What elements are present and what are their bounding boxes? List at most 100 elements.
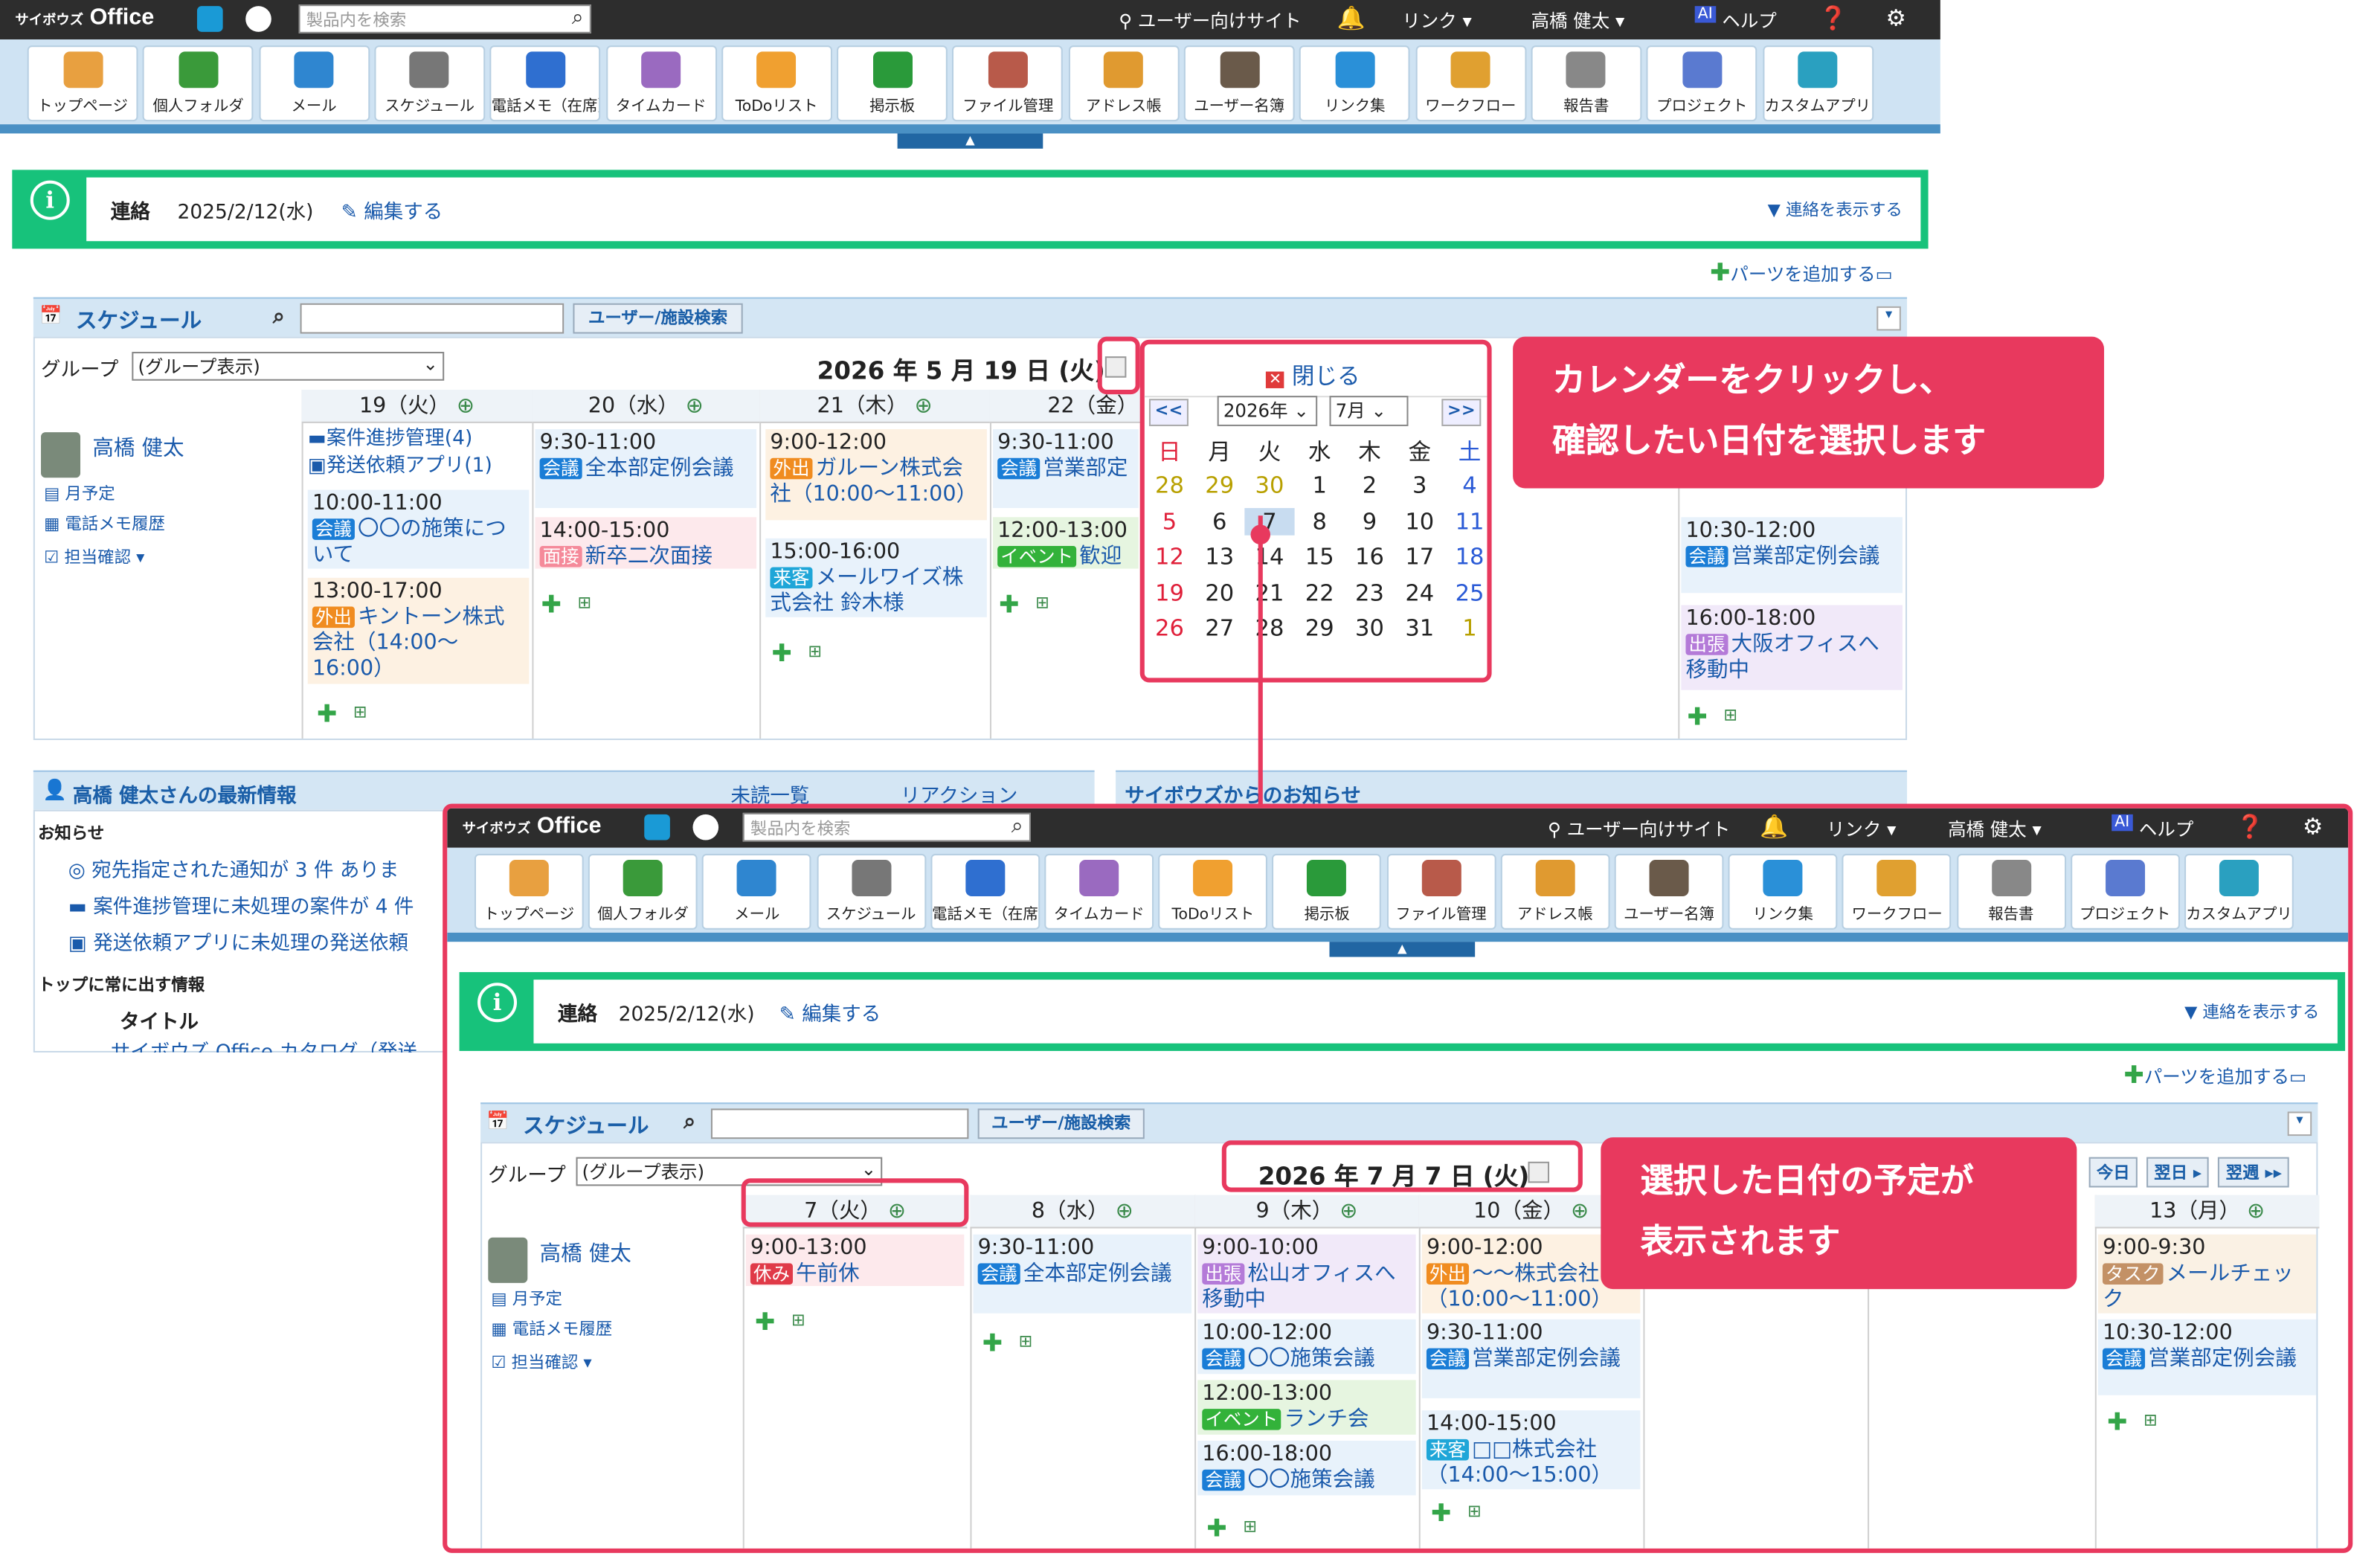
notice-toggle-link[interactable]: ▼ 連絡を表示する bbox=[1768, 197, 1903, 222]
group-select[interactable]: (グループ表示) ⌄ bbox=[132, 352, 445, 381]
app-button[interactable]: スケジュール bbox=[816, 853, 926, 930]
calendar-day[interactable]: 2 bbox=[1345, 472, 1395, 499]
schedule-event[interactable]: 9:30-11:00 会議 全本部定例会議 bbox=[973, 1234, 1192, 1314]
add-repeat-icon[interactable]: ⊞ bbox=[1723, 705, 1737, 725]
schedule-event[interactable]: 12:00-13:00 イベント 歓迎 bbox=[993, 517, 1139, 569]
notice-edit-link[interactable]: ✎ 編集する bbox=[341, 196, 443, 225]
add-day-icon[interactable]: ⊕ bbox=[686, 394, 704, 419]
calendar-day[interactable]: 1 bbox=[1444, 614, 1494, 642]
schedule-event[interactable]: 13:00-17:00 外出 キントーン株式会社（14:00〜16:00） bbox=[307, 577, 530, 684]
cloud-icon[interactable] bbox=[245, 6, 271, 32]
check-link[interactable]: ☑ 担当確認 ▾ bbox=[44, 544, 144, 569]
month-select[interactable]: 7月 ⌄ bbox=[1329, 396, 1409, 426]
schedule-event[interactable]: 15:00-16:00 来客 メールワイズ株式会社 鈴木様 bbox=[765, 538, 987, 617]
calendar-day[interactable]: 5 bbox=[1145, 507, 1194, 535]
calendar-day[interactable]: 27 bbox=[1194, 614, 1244, 642]
schedule-event[interactable]: 9:00-9:30 タスク メールチェック bbox=[2097, 1234, 2317, 1314]
calendar-day[interactable]: 28 bbox=[1244, 614, 1294, 642]
phone-memo-link[interactable]: ▦ 電話メモ履歴 bbox=[491, 1317, 612, 1341]
schedule-event[interactable]: 9:00-12:00 外出 ガルーン株式会社（10:00〜11:00） bbox=[765, 429, 987, 521]
calendar-day[interactable]: 22 bbox=[1295, 579, 1345, 606]
add-event-icon[interactable]: ✚ bbox=[541, 590, 562, 619]
notice-toggle-link[interactable]: ▼ 連絡を表示する bbox=[2184, 1000, 2319, 1024]
day-header[interactable]: 21（木） ⊕ bbox=[759, 389, 990, 423]
calendar-day[interactable]: 23 bbox=[1345, 579, 1395, 606]
collapse-handle[interactable]: ▲ bbox=[1329, 942, 1476, 957]
add-day-icon[interactable]: ⊕ bbox=[2247, 1200, 2265, 1224]
schedule-event[interactable]: 9:30-11:00 会議 営業部定 bbox=[993, 429, 1139, 509]
add-event-icon[interactable]: ✚ bbox=[317, 699, 337, 728]
app-button[interactable]: スケジュール bbox=[374, 45, 486, 122]
nav-button[interactable]: 翌日 ▸ bbox=[2146, 1157, 2210, 1188]
user-name[interactable]: 高橋 健太 bbox=[540, 1238, 631, 1268]
app-button[interactable]: カスタムアプリ bbox=[1762, 45, 1874, 122]
schedule-event[interactable]: 10:00-12:00 会議 〇〇施策会議 bbox=[1197, 1319, 1416, 1375]
add-event-icon[interactable]: ✚ bbox=[2107, 1407, 2127, 1436]
app-button[interactable]: プロジェクト bbox=[2070, 853, 2180, 930]
app-button[interactable]: 報告書 bbox=[1531, 45, 1642, 122]
check-link[interactable]: ☑ 担当確認 ▾ bbox=[491, 1350, 591, 1375]
cybozu-logo[interactable]: サイボウズ Office bbox=[15, 4, 154, 30]
calendar-day[interactable]: 8 bbox=[1295, 507, 1345, 535]
add-repeat-icon[interactable]: ⊞ bbox=[1467, 1502, 1482, 1522]
news-row[interactable]: サイボウズ Office カタログ（発送 bbox=[111, 1036, 417, 1052]
help-link[interactable]: ヘルプ bbox=[1722, 7, 1776, 33]
add-day-icon[interactable]: ⊕ bbox=[457, 394, 475, 419]
app-button[interactable]: プロジェクト bbox=[1646, 45, 1757, 122]
calendar-day[interactable]: 18 bbox=[1444, 543, 1494, 570]
app-button[interactable]: アドレス帳 bbox=[1068, 45, 1180, 122]
ai-badge-icon[interactable]: AI bbox=[2112, 814, 2133, 832]
calendar-day[interactable]: 24 bbox=[1395, 579, 1444, 606]
calendar-day[interactable]: 29 bbox=[1194, 472, 1244, 499]
schedule-event[interactable]: 14:00-15:00 面接 新卒二次面接 bbox=[535, 517, 757, 569]
app-button[interactable]: ワークフロー bbox=[1842, 853, 1952, 930]
notice-edit-link[interactable]: ✎ 編集する bbox=[779, 998, 881, 1027]
app-button[interactable]: ファイル管理 bbox=[1386, 853, 1496, 930]
add-event-icon[interactable]: ✚ bbox=[999, 590, 1019, 619]
bell-icon[interactable]: 🔔 bbox=[1760, 813, 1788, 840]
calendar-day[interactable]: 17 bbox=[1395, 543, 1444, 570]
calendar-day[interactable]: 31 bbox=[1395, 614, 1444, 642]
app-button[interactable]: ToDoリスト bbox=[721, 45, 832, 122]
add-event-icon[interactable]: ✚ bbox=[982, 1328, 1003, 1357]
calendar-day[interactable]: 21 bbox=[1244, 579, 1294, 606]
app-button[interactable]: リンク集 bbox=[1299, 45, 1411, 122]
link-menu[interactable]: リンク ▾ bbox=[1402, 7, 1471, 33]
news-item[interactable]: ▬ 案件進捗管理に未処理の案件が 4 件 bbox=[68, 890, 414, 919]
schedule-event[interactable]: 14:00-15:00 来客 □□株式会社（14:00〜15:00） bbox=[1421, 1410, 1641, 1490]
calendar-day[interactable]: 1 bbox=[1295, 472, 1345, 499]
add-repeat-icon[interactable]: ⊞ bbox=[791, 1311, 805, 1331]
calendar-day[interactable]: 25 bbox=[1444, 579, 1494, 606]
news-item[interactable]: ◎ 宛先指定された通知が 3 件 ありま bbox=[68, 854, 399, 883]
calendar-day[interactable]: 14 bbox=[1244, 543, 1294, 570]
calendar-day[interactable]: 20 bbox=[1194, 579, 1244, 606]
news-item[interactable]: ▣ 発送依頼アプリに未処理の発送依頼 bbox=[68, 927, 408, 956]
app-button[interactable]: ファイル管理 bbox=[952, 45, 1064, 122]
app-button[interactable]: ユーザー名簿 bbox=[1614, 853, 1724, 930]
nav-button[interactable]: 今日 bbox=[2088, 1157, 2138, 1188]
schedule-event[interactable]: 12:00-13:00 イベント ランチ会 bbox=[1197, 1380, 1416, 1435]
calendar-day[interactable]: 26 bbox=[1145, 614, 1194, 642]
schedule-event[interactable]: 16:00-18:00 会議 〇〇施策会議 bbox=[1197, 1440, 1416, 1496]
add-repeat-icon[interactable]: ⊞ bbox=[353, 702, 367, 722]
help-link[interactable]: ヘルプ bbox=[2139, 816, 2193, 842]
add-event-icon[interactable]: ✚ bbox=[1206, 1514, 1226, 1543]
app-button[interactable]: ワークフロー bbox=[1415, 45, 1526, 122]
calendar-day[interactable]: 11 bbox=[1444, 507, 1494, 535]
schedule-event[interactable]: 16:00-18:00 出張 大阪オフィスへ移動中 bbox=[1681, 605, 1903, 690]
app-button[interactable]: 掲示板 bbox=[837, 45, 948, 122]
calendar-day[interactable]: 30 bbox=[1345, 614, 1395, 642]
year-select[interactable]: 2026年 ⌄ bbox=[1217, 396, 1318, 426]
calendar-day[interactable]: 3 bbox=[1395, 472, 1444, 499]
next-month-button[interactable]: >> bbox=[1441, 399, 1482, 426]
calendar-day[interactable]: 13 bbox=[1194, 543, 1244, 570]
calendar-day[interactable]: 9 bbox=[1345, 507, 1395, 535]
calendar-day[interactable]: 29 bbox=[1295, 614, 1345, 642]
prev-month-button[interactable]: << bbox=[1148, 399, 1189, 426]
add-parts-link[interactable]: ✚パーツを追加する▭ bbox=[2124, 1060, 2307, 1089]
schedule-event[interactable]: 9:00-10:00 出張 松山オフィスへ移動中 bbox=[1197, 1234, 1416, 1314]
app-button[interactable]: リンク集 bbox=[1728, 853, 1838, 930]
question-icon[interactable]: ❓ bbox=[2236, 813, 2264, 840]
day-header[interactable]: 8（水） ⊕ bbox=[970, 1195, 1195, 1229]
user-menu[interactable]: 高橋 健太 ▾ bbox=[1948, 816, 2042, 842]
